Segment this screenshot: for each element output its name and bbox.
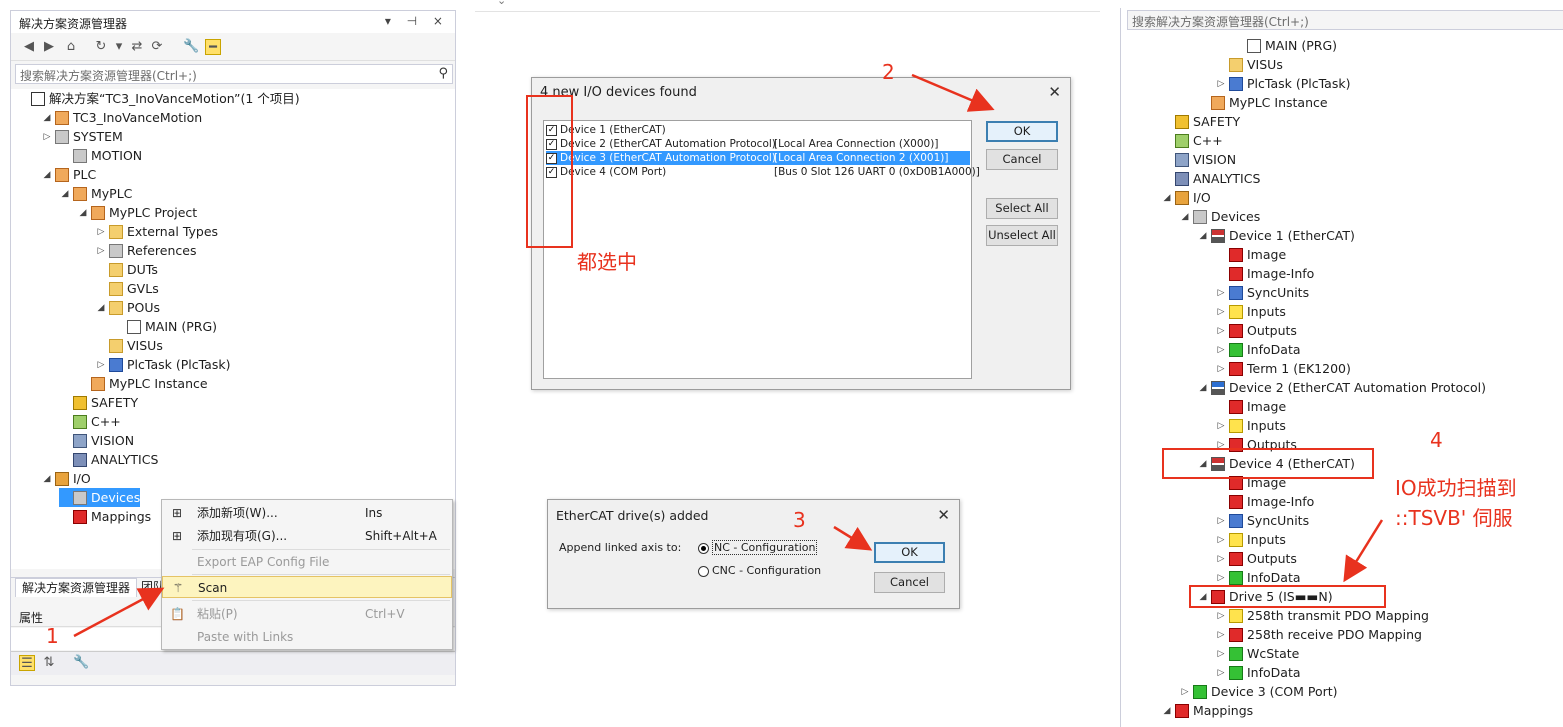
annotation-number-2: 2	[882, 60, 895, 84]
arrow-4	[1343, 519, 1384, 583]
annotation-success-line2: ::TSVB' 伺服	[1395, 506, 1513, 530]
annotation-number-3: 3	[793, 508, 806, 532]
annotation-number-4: 4	[1430, 428, 1443, 452]
annotation-select-all-note: 都选中	[577, 250, 637, 274]
arrow-2	[911, 73, 995, 112]
device4-highlight-box	[1162, 448, 1374, 479]
annotation-number-1: 1	[46, 624, 59, 648]
arrow-1	[73, 587, 165, 638]
annotation-overlay	[73, 73, 1384, 638]
arrow-3	[833, 525, 873, 551]
drive5-highlight-box	[1189, 585, 1386, 608]
annotation-success-line1: IO成功扫描到	[1395, 476, 1517, 500]
checkbox-highlight-box	[526, 95, 573, 248]
